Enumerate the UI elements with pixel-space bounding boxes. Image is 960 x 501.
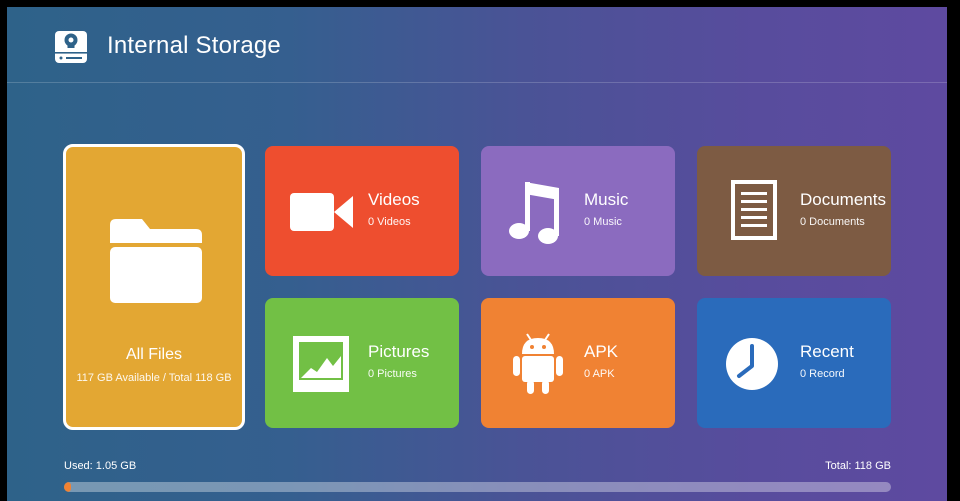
apk-tile[interactable]: APK 0 APK [481, 298, 675, 428]
storage-progress-bar [64, 482, 891, 492]
used-storage-label: Used: 1.05 GB [64, 460, 137, 472]
music-tile[interactable]: Music 0 Music [481, 146, 675, 276]
android-icon [513, 333, 563, 394]
recent-label: Recent [800, 342, 854, 361]
recent-tile[interactable]: Recent 0 Record [697, 298, 891, 428]
clock-icon [726, 338, 778, 390]
page-title: Internal Storage [107, 32, 281, 59]
music-note-icon [509, 182, 559, 244]
pictures-count: 0 Pictures [368, 368, 417, 380]
pictures-label: Pictures [368, 342, 430, 361]
folder-icon [110, 219, 202, 303]
hard-drive-icon [55, 31, 87, 63]
documents-tile[interactable]: Documents 0 Documents [697, 146, 891, 276]
videos-label: Videos [368, 190, 420, 209]
document-icon [731, 180, 777, 240]
video-camera-icon [290, 193, 353, 231]
all-files-label: All Files [125, 346, 182, 363]
recent-count: 0 Record [800, 368, 845, 380]
music-count: 0 Music [584, 216, 622, 228]
picture-icon [293, 336, 349, 392]
header: Internal Storage [7, 7, 947, 83]
apk-count: 0 APK [584, 368, 615, 380]
all-files-tile[interactable]: All Files 117 GB Available / Total 118 G… [63, 144, 245, 430]
pictures-tile[interactable]: Pictures 0 Pictures [265, 298, 459, 428]
documents-label: Documents [800, 190, 886, 209]
music-label: Music [584, 190, 629, 209]
videos-tile[interactable]: Videos 0 Videos [265, 146, 459, 276]
apk-label: APK [584, 342, 619, 361]
storage-progress-fill [64, 482, 72, 492]
videos-count: 0 Videos [368, 216, 411, 228]
storage-screen: Internal Storage All Files 117 GB Availa… [7, 7, 947, 501]
total-storage-label: Total: 118 GB [825, 460, 891, 472]
documents-count: 0 Documents [800, 216, 865, 228]
storage-available-text: 117 GB Available / Total 118 GB [76, 372, 232, 384]
